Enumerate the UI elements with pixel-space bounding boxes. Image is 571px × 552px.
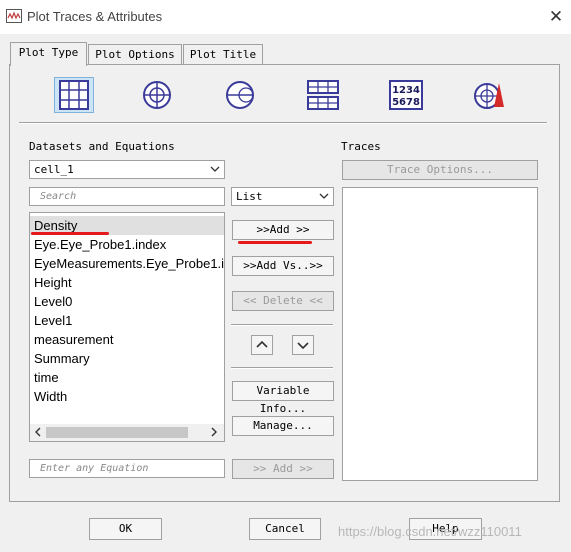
list-item[interactable]: time: [30, 368, 224, 387]
search-input[interactable]: Search: [29, 187, 225, 206]
dataset-value: cell_1: [34, 163, 74, 176]
manage-button[interactable]: Manage...: [232, 416, 334, 436]
traces-list[interactable]: [342, 187, 538, 481]
close-icon[interactable]: ✕: [546, 7, 566, 27]
list-item[interactable]: Level1: [30, 311, 224, 330]
delete-button[interactable]: << Delete <<: [232, 291, 334, 311]
polar-plot-icon[interactable]: [137, 77, 177, 113]
separator: [19, 122, 547, 124]
scrollbar-thumb[interactable]: [46, 427, 188, 438]
chevron-down-icon: [319, 193, 329, 199]
annotation-underline: [31, 232, 109, 235]
data-table-icon[interactable]: 1234 5678: [386, 77, 426, 113]
data-table-text-top: 1234: [392, 85, 420, 96]
datasets-label: Datasets and Equations: [29, 140, 175, 153]
window-title: Plot Traces & Attributes: [27, 9, 163, 24]
stacked-grid-icon[interactable]: [303, 77, 343, 113]
list-item[interactable]: Width: [30, 387, 224, 406]
tab-plot-type[interactable]: Plot Type: [10, 42, 87, 66]
cancel-button[interactable]: Cancel: [249, 518, 321, 540]
move-up-button[interactable]: [251, 335, 273, 355]
antenna-plot-icon[interactable]: [469, 77, 509, 113]
add-button[interactable]: >>Add >>: [232, 220, 334, 240]
divider: [231, 367, 333, 369]
list-item[interactable]: Height: [30, 273, 224, 292]
data-table-text-bottom: 5678: [392, 97, 420, 108]
filter-value: List: [236, 190, 263, 203]
list-item[interactable]: Summary: [30, 349, 224, 368]
move-down-button[interactable]: [292, 335, 314, 355]
tab-plot-title[interactable]: Plot Title: [183, 44, 263, 64]
variable-info-button[interactable]: Variable Info...: [232, 381, 334, 415]
list-item[interactable]: EyeMeasurements.Eye_Probe1.in: [30, 254, 224, 273]
chevron-down-icon: [297, 342, 309, 350]
add-vs-button[interactable]: >>Add Vs..>>: [232, 256, 334, 276]
equation-input[interactable]: Enter any Equation: [29, 459, 225, 478]
chevron-up-icon: [256, 340, 268, 348]
scroll-left-icon[interactable]: [33, 426, 43, 441]
scroll-right-icon[interactable]: [209, 426, 219, 441]
ok-button[interactable]: OK: [89, 518, 162, 540]
trace-options-button[interactable]: Trace Options...: [342, 160, 538, 180]
annotation-underline: [238, 241, 312, 244]
plot-app-icon: [6, 9, 22, 23]
rectangular-grid-icon[interactable]: [54, 77, 94, 113]
dataset-select[interactable]: cell_1: [29, 160, 225, 179]
list-item[interactable]: Eye.Eye_Probe1.index: [30, 235, 224, 254]
list-item[interactable]: Level0: [30, 292, 224, 311]
filter-select[interactable]: List: [231, 187, 334, 206]
watermark: https://blog.csdn.net/wzz110011: [338, 524, 522, 539]
traces-label: Traces: [341, 140, 381, 153]
chevron-down-icon: [210, 166, 220, 172]
list-item[interactable]: measurement: [30, 330, 224, 349]
divider: [231, 324, 333, 326]
smith-chart-icon[interactable]: [220, 77, 260, 113]
tab-plot-options[interactable]: Plot Options: [88, 44, 182, 64]
dataset-list[interactable]: Density Eye.Eye_Probe1.index EyeMeasurem…: [29, 212, 225, 442]
add-equation-button[interactable]: >> Add >>: [232, 459, 334, 479]
